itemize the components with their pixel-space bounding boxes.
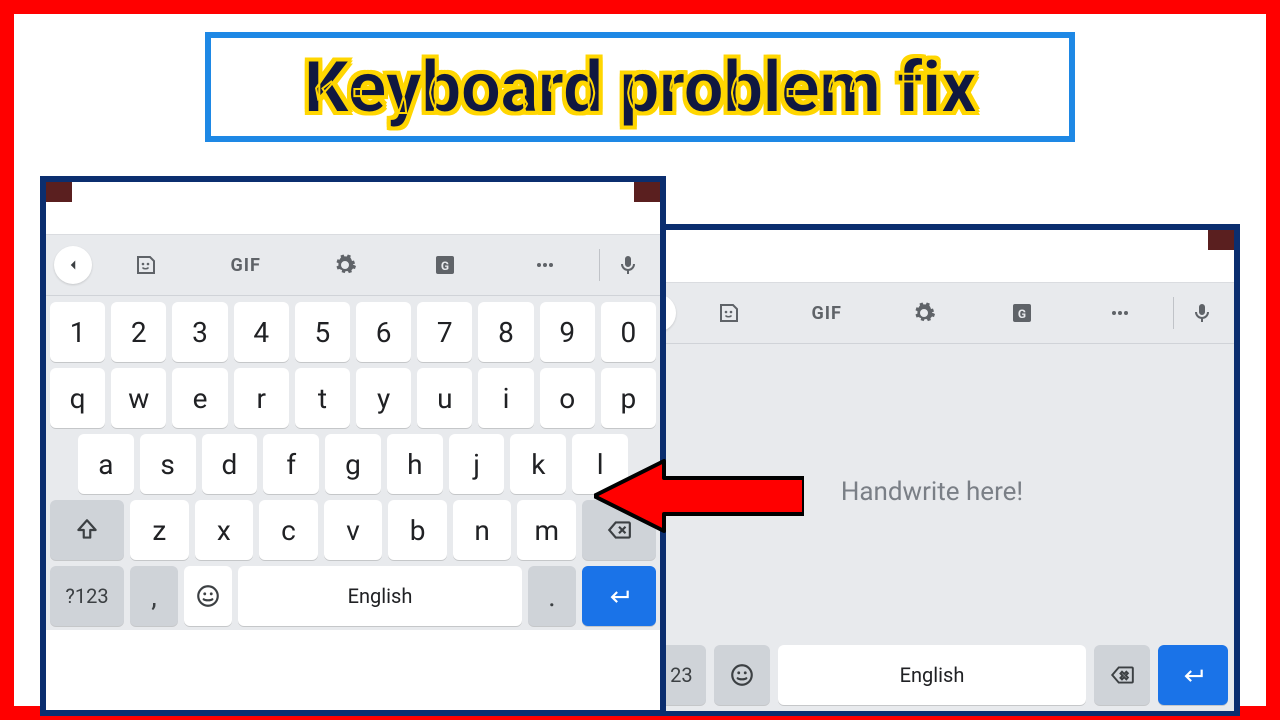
key-c[interactable]: c [259,500,318,560]
app-header-strip [46,182,660,235]
backspace-key[interactable] [1094,645,1150,705]
key-g[interactable]: g [325,434,381,494]
key-v[interactable]: v [324,500,383,560]
key-h[interactable]: h [387,434,443,494]
keyboard-keys: 1234567890 qwertyuiop asdfghjkl zxcvbnm … [46,296,660,630]
sticker-icon[interactable] [96,235,196,295]
key-p[interactable]: p [601,368,656,428]
keyboard-handwriting-panel: GIF G Handwrite here! [624,224,1240,716]
key-l[interactable]: l [572,434,628,494]
gif-button[interactable]: GIF [778,283,876,343]
key-y[interactable]: y [356,368,411,428]
handwriting-bottom-row: ?123 English [630,639,1234,711]
title-text: Keyboard problem fix [304,45,977,130]
sticker-icon[interactable] [680,283,778,343]
gif-button[interactable]: GIF [196,235,296,295]
key-t[interactable]: t [295,368,350,428]
gif-label: GIF [230,255,260,276]
mic-icon[interactable] [1178,283,1226,343]
key-5[interactable]: 5 [295,302,350,362]
period-key[interactable]: . [528,566,576,626]
key-k[interactable]: k [510,434,566,494]
translate-icon[interactable]: G [973,283,1071,343]
keyboard-toolbar: GIF G [630,283,1234,344]
key-2[interactable]: 2 [111,302,166,362]
key-f[interactable]: f [263,434,319,494]
key-q[interactable]: q [50,368,105,428]
symbols-key[interactable]: ?123 [50,566,124,626]
enter-key[interactable] [582,566,656,626]
key-7[interactable]: 7 [417,302,472,362]
toolbar-back-button[interactable] [54,246,92,284]
mic-icon[interactable] [604,235,652,295]
settings-icon[interactable] [296,235,396,295]
key-9[interactable]: 9 [540,302,595,362]
key-x[interactable]: x [195,500,254,560]
translate-icon[interactable]: G [395,235,495,295]
emoji-key[interactable] [714,645,770,705]
handwriting-prompt: Handwrite here! [841,477,1023,507]
key-o[interactable]: o [540,368,595,428]
comma-key[interactable]: , [130,566,178,626]
key-4[interactable]: 4 [234,302,289,362]
title-card: Keyboard problem fix [205,32,1075,142]
keyboard-qwerty-panel: GIF G 1234567890 qwertyuiop asdfghjkl zx… [40,176,666,716]
key-w[interactable]: w [111,368,166,428]
key-e[interactable]: e [172,368,227,428]
emoji-key[interactable] [184,566,232,626]
key-d[interactable]: d [202,434,258,494]
spacebar[interactable]: English [238,566,522,626]
enter-key[interactable] [1158,645,1228,705]
keyboard-toolbar: GIF G [46,235,660,296]
spacebar[interactable]: English [778,645,1086,705]
key-3[interactable]: 3 [172,302,227,362]
gif-label: GIF [811,303,841,324]
key-b[interactable]: b [388,500,447,560]
backspace-key[interactable] [582,500,656,560]
key-1[interactable]: 1 [50,302,105,362]
key-u[interactable]: u [417,368,472,428]
key-r[interactable]: r [234,368,289,428]
key-j[interactable]: j [449,434,505,494]
toolbar-divider [1173,297,1174,329]
key-0[interactable]: 0 [601,302,656,362]
key-m[interactable]: m [517,500,576,560]
key-a[interactable]: a [78,434,134,494]
svg-text:G: G [441,259,449,273]
shift-key[interactable] [50,500,124,560]
thumbnail-frame: Keyboard problem fix GIF G [0,0,1280,720]
key-i[interactable]: i [478,368,533,428]
more-icon[interactable] [1071,283,1169,343]
more-icon[interactable] [495,235,595,295]
settings-icon[interactable] [876,283,974,343]
svg-text:G: G [1018,307,1026,321]
key-z[interactable]: z [130,500,189,560]
key-n[interactable]: n [453,500,512,560]
toolbar-divider [599,249,600,281]
key-8[interactable]: 8 [478,302,533,362]
handwriting-area[interactable]: Handwrite here! [630,344,1234,639]
app-header-strip [630,230,1234,283]
key-s[interactable]: s [140,434,196,494]
key-6[interactable]: 6 [356,302,411,362]
